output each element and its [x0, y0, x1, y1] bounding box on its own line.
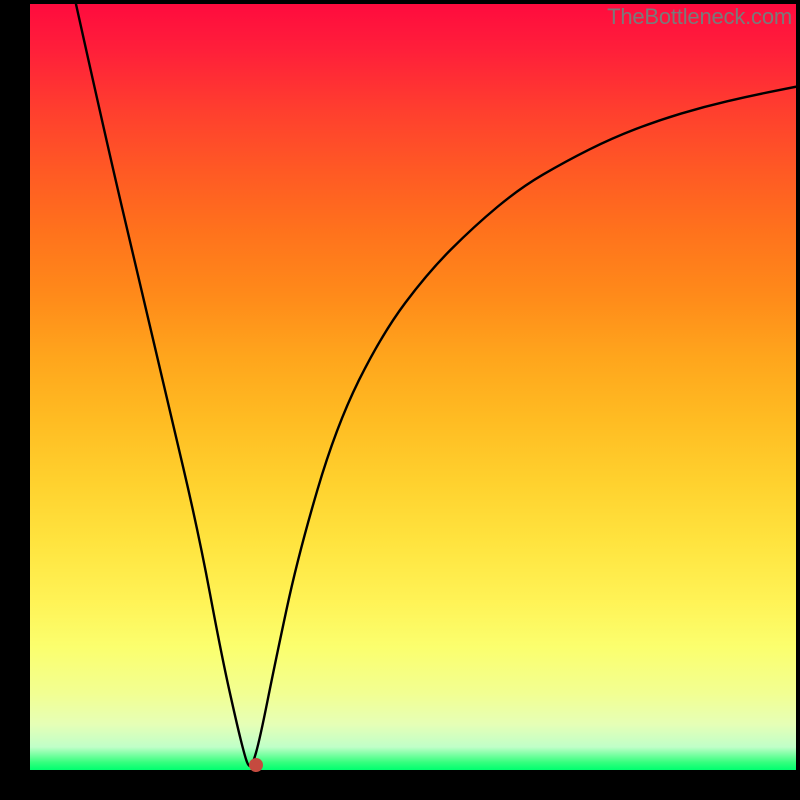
- curve-path: [76, 4, 796, 766]
- chart-frame: TheBottleneck.com: [0, 0, 800, 800]
- data-marker: [249, 758, 263, 772]
- curve-svg: [30, 4, 796, 770]
- plot-area: TheBottleneck.com: [30, 4, 796, 770]
